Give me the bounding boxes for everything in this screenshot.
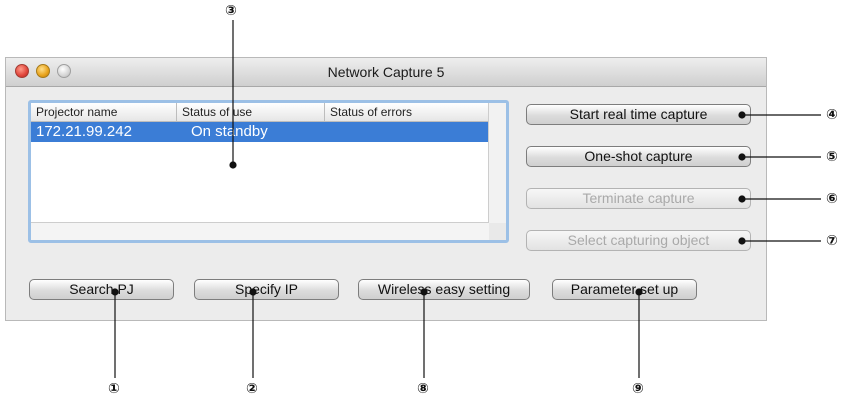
callout-9: ⑨ (632, 381, 644, 397)
callout-5: ⑤ (826, 149, 838, 165)
callout-3: ③ (225, 3, 237, 19)
callout-6: ⑥ (826, 191, 838, 207)
callout-7: ⑦ (826, 233, 838, 249)
callout-2: ② (246, 381, 258, 397)
callout-1: ① (108, 381, 120, 397)
callout-8: ⑧ (417, 381, 429, 397)
callout-4: ④ (826, 107, 838, 123)
callout-leader-lines (111, 20, 821, 378)
